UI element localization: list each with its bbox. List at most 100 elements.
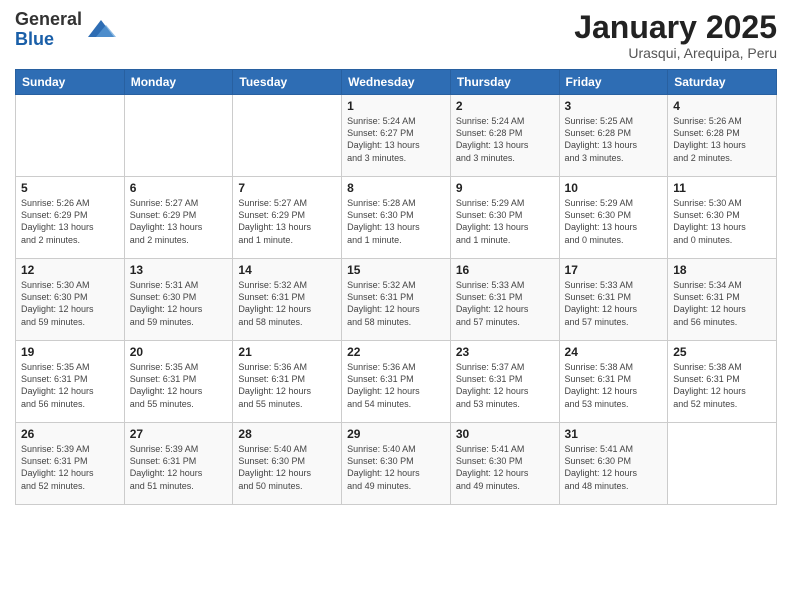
table-row	[668, 423, 777, 505]
logo: General Blue	[15, 10, 116, 50]
day-number: 26	[21, 427, 119, 441]
header-monday: Monday	[124, 70, 233, 95]
day-number: 19	[21, 345, 119, 359]
day-info: Sunrise: 5:27 AM Sunset: 6:29 PM Dayligh…	[238, 197, 336, 246]
day-info: Sunrise: 5:40 AM Sunset: 6:30 PM Dayligh…	[347, 443, 445, 492]
table-row: 23Sunrise: 5:37 AM Sunset: 6:31 PM Dayli…	[450, 341, 559, 423]
day-number: 8	[347, 181, 445, 195]
day-number: 9	[456, 181, 554, 195]
table-row: 17 Sunrise: 5:33 AM Sunset: 6:31 PM Dayli…	[559, 259, 668, 341]
day-number: 25	[673, 345, 771, 359]
header-tuesday: Tuesday	[233, 70, 342, 95]
day-number: 20	[130, 345, 228, 359]
day-info: Sunrise: 5:37 AM Sunset: 6:31 PM Dayligh…	[456, 361, 554, 410]
day-info: Sunrise: 5:38 AM Sunset: 6:31 PM Dayligh…	[565, 361, 663, 410]
day-info: Sunrise: 5:31 AM Sunset: 6:30 PM Dayligh…	[130, 279, 228, 328]
calendar-week-3: 12Sunrise: 5:30 AM Sunset: 6:30 PM Dayli…	[16, 259, 777, 341]
calendar-week-1: 1Sunrise: 5:24 AM Sunset: 6:27 PM Daylig…	[16, 95, 777, 177]
table-row: 27 Sunrise: 5:39 AM Sunset: 6:31 PM Dayli…	[124, 423, 233, 505]
header-sunday: Sunday	[16, 70, 125, 95]
table-row: 29 Sunrise: 5:40 AM Sunset: 6:30 PM Dayli…	[342, 423, 451, 505]
table-row: 11Sunrise: 5:30 AM Sunset: 6:30 PM Dayli…	[668, 177, 777, 259]
day-info: Sunrise: 5:30 AM Sunset: 6:30 PM Dayligh…	[21, 279, 119, 328]
day-number: 31	[565, 427, 663, 441]
logo-blue-text: Blue	[15, 29, 54, 49]
table-row: 8 Sunrise: 5:28 AM Sunset: 6:30 PM Daylig…	[342, 177, 451, 259]
day-info: Sunrise: 5:32 AM Sunset: 6:31 PM Dayligh…	[238, 279, 336, 328]
day-info: Sunrise: 5:38 AM Sunset: 6:31 PM Dayligh…	[673, 361, 771, 410]
table-row: 24 Sunrise: 5:38 AM Sunset: 6:31 PM Dayli…	[559, 341, 668, 423]
logo-general-text: General	[15, 9, 82, 29]
day-number: 17	[565, 263, 663, 277]
day-info: Sunrise: 5:29 AM Sunset: 6:30 PM Dayligh…	[565, 197, 663, 246]
table-row: 3 Sunrise: 5:25 AM Sunset: 6:28 PM Daylig…	[559, 95, 668, 177]
day-number: 6	[130, 181, 228, 195]
day-number: 29	[347, 427, 445, 441]
day-number: 4	[673, 99, 771, 113]
table-row: 1Sunrise: 5:24 AM Sunset: 6:27 PM Daylig…	[342, 95, 451, 177]
day-number: 28	[238, 427, 336, 441]
table-row: 19Sunrise: 5:35 AM Sunset: 6:31 PM Dayli…	[16, 341, 125, 423]
day-info: Sunrise: 5:27 AM Sunset: 6:29 PM Dayligh…	[130, 197, 228, 246]
table-row: 5Sunrise: 5:26 AM Sunset: 6:29 PM Daylig…	[16, 177, 125, 259]
header-thursday: Thursday	[450, 70, 559, 95]
day-info: Sunrise: 5:40 AM Sunset: 6:30 PM Dayligh…	[238, 443, 336, 492]
table-row: 4Sunrise: 5:26 AM Sunset: 6:28 PM Daylig…	[668, 95, 777, 177]
calendar-table: Sunday Monday Tuesday Wednesday Thursday…	[15, 69, 777, 505]
day-number: 30	[456, 427, 554, 441]
day-info: Sunrise: 5:28 AM Sunset: 6:30 PM Dayligh…	[347, 197, 445, 246]
logo-icon	[86, 15, 116, 45]
table-row: 2 Sunrise: 5:24 AM Sunset: 6:28 PM Daylig…	[450, 95, 559, 177]
table-row: 28 Sunrise: 5:40 AM Sunset: 6:30 PM Dayli…	[233, 423, 342, 505]
day-number: 16	[456, 263, 554, 277]
day-number: 18	[673, 263, 771, 277]
day-info: Sunrise: 5:41 AM Sunset: 6:30 PM Dayligh…	[565, 443, 663, 492]
table-row: 10 Sunrise: 5:29 AM Sunset: 6:30 PM Dayli…	[559, 177, 668, 259]
location-subtitle: Urasqui, Arequipa, Peru	[574, 45, 777, 61]
table-row: 15Sunrise: 5:32 AM Sunset: 6:31 PM Dayli…	[342, 259, 451, 341]
day-number: 3	[565, 99, 663, 113]
table-row: 9 Sunrise: 5:29 AM Sunset: 6:30 PM Daylig…	[450, 177, 559, 259]
day-number: 10	[565, 181, 663, 195]
table-row: 13Sunrise: 5:31 AM Sunset: 6:30 PM Dayli…	[124, 259, 233, 341]
table-row: 26 Sunrise: 5:39 AM Sunset: 6:31 PM Dayli…	[16, 423, 125, 505]
header-saturday: Saturday	[668, 70, 777, 95]
table-row	[124, 95, 233, 177]
day-info: Sunrise: 5:32 AM Sunset: 6:31 PM Dayligh…	[347, 279, 445, 328]
day-info: Sunrise: 5:34 AM Sunset: 6:31 PM Dayligh…	[673, 279, 771, 328]
day-number: 22	[347, 345, 445, 359]
day-info: Sunrise: 5:41 AM Sunset: 6:30 PM Dayligh…	[456, 443, 554, 492]
table-row: 30 Sunrise: 5:41 AM Sunset: 6:30 PM Dayli…	[450, 423, 559, 505]
day-info: Sunrise: 5:35 AM Sunset: 6:31 PM Dayligh…	[130, 361, 228, 410]
calendar-week-5: 26 Sunrise: 5:39 AM Sunset: 6:31 PM Dayli…	[16, 423, 777, 505]
table-row: 20 Sunrise: 5:35 AM Sunset: 6:31 PM Dayli…	[124, 341, 233, 423]
header-wednesday: Wednesday	[342, 70, 451, 95]
day-number: 21	[238, 345, 336, 359]
day-info: Sunrise: 5:39 AM Sunset: 6:31 PM Dayligh…	[21, 443, 119, 492]
table-row: 6 Sunrise: 5:27 AM Sunset: 6:29 PM Daylig…	[124, 177, 233, 259]
day-info: Sunrise: 5:24 AM Sunset: 6:28 PM Dayligh…	[456, 115, 554, 164]
day-number: 11	[673, 181, 771, 195]
table-row: 21 Sunrise: 5:36 AM Sunset: 6:31 PM Dayli…	[233, 341, 342, 423]
day-info: Sunrise: 5:29 AM Sunset: 6:30 PM Dayligh…	[456, 197, 554, 246]
header-friday: Friday	[559, 70, 668, 95]
day-info: Sunrise: 5:39 AM Sunset: 6:31 PM Dayligh…	[130, 443, 228, 492]
day-info: Sunrise: 5:33 AM Sunset: 6:31 PM Dayligh…	[565, 279, 663, 328]
day-info: Sunrise: 5:36 AM Sunset: 6:31 PM Dayligh…	[347, 361, 445, 410]
day-info: Sunrise: 5:36 AM Sunset: 6:31 PM Dayligh…	[238, 361, 336, 410]
calendar-week-2: 5Sunrise: 5:26 AM Sunset: 6:29 PM Daylig…	[16, 177, 777, 259]
day-number: 24	[565, 345, 663, 359]
day-number: 27	[130, 427, 228, 441]
table-row: 14 Sunrise: 5:32 AM Sunset: 6:31 PM Dayli…	[233, 259, 342, 341]
table-row	[233, 95, 342, 177]
day-info: Sunrise: 5:24 AM Sunset: 6:27 PM Dayligh…	[347, 115, 445, 164]
day-info: Sunrise: 5:33 AM Sunset: 6:31 PM Dayligh…	[456, 279, 554, 328]
calendar-header-row: Sunday Monday Tuesday Wednesday Thursday…	[16, 70, 777, 95]
table-row: 22 Sunrise: 5:36 AM Sunset: 6:31 PM Dayli…	[342, 341, 451, 423]
day-number: 2	[456, 99, 554, 113]
table-row: 25 Sunrise: 5:38 AM Sunset: 6:31 PM Dayli…	[668, 341, 777, 423]
day-info: Sunrise: 5:26 AM Sunset: 6:29 PM Dayligh…	[21, 197, 119, 246]
day-number: 14	[238, 263, 336, 277]
day-info: Sunrise: 5:25 AM Sunset: 6:28 PM Dayligh…	[565, 115, 663, 164]
page: General Blue January 2025 Urasqui, Arequ…	[0, 0, 792, 612]
